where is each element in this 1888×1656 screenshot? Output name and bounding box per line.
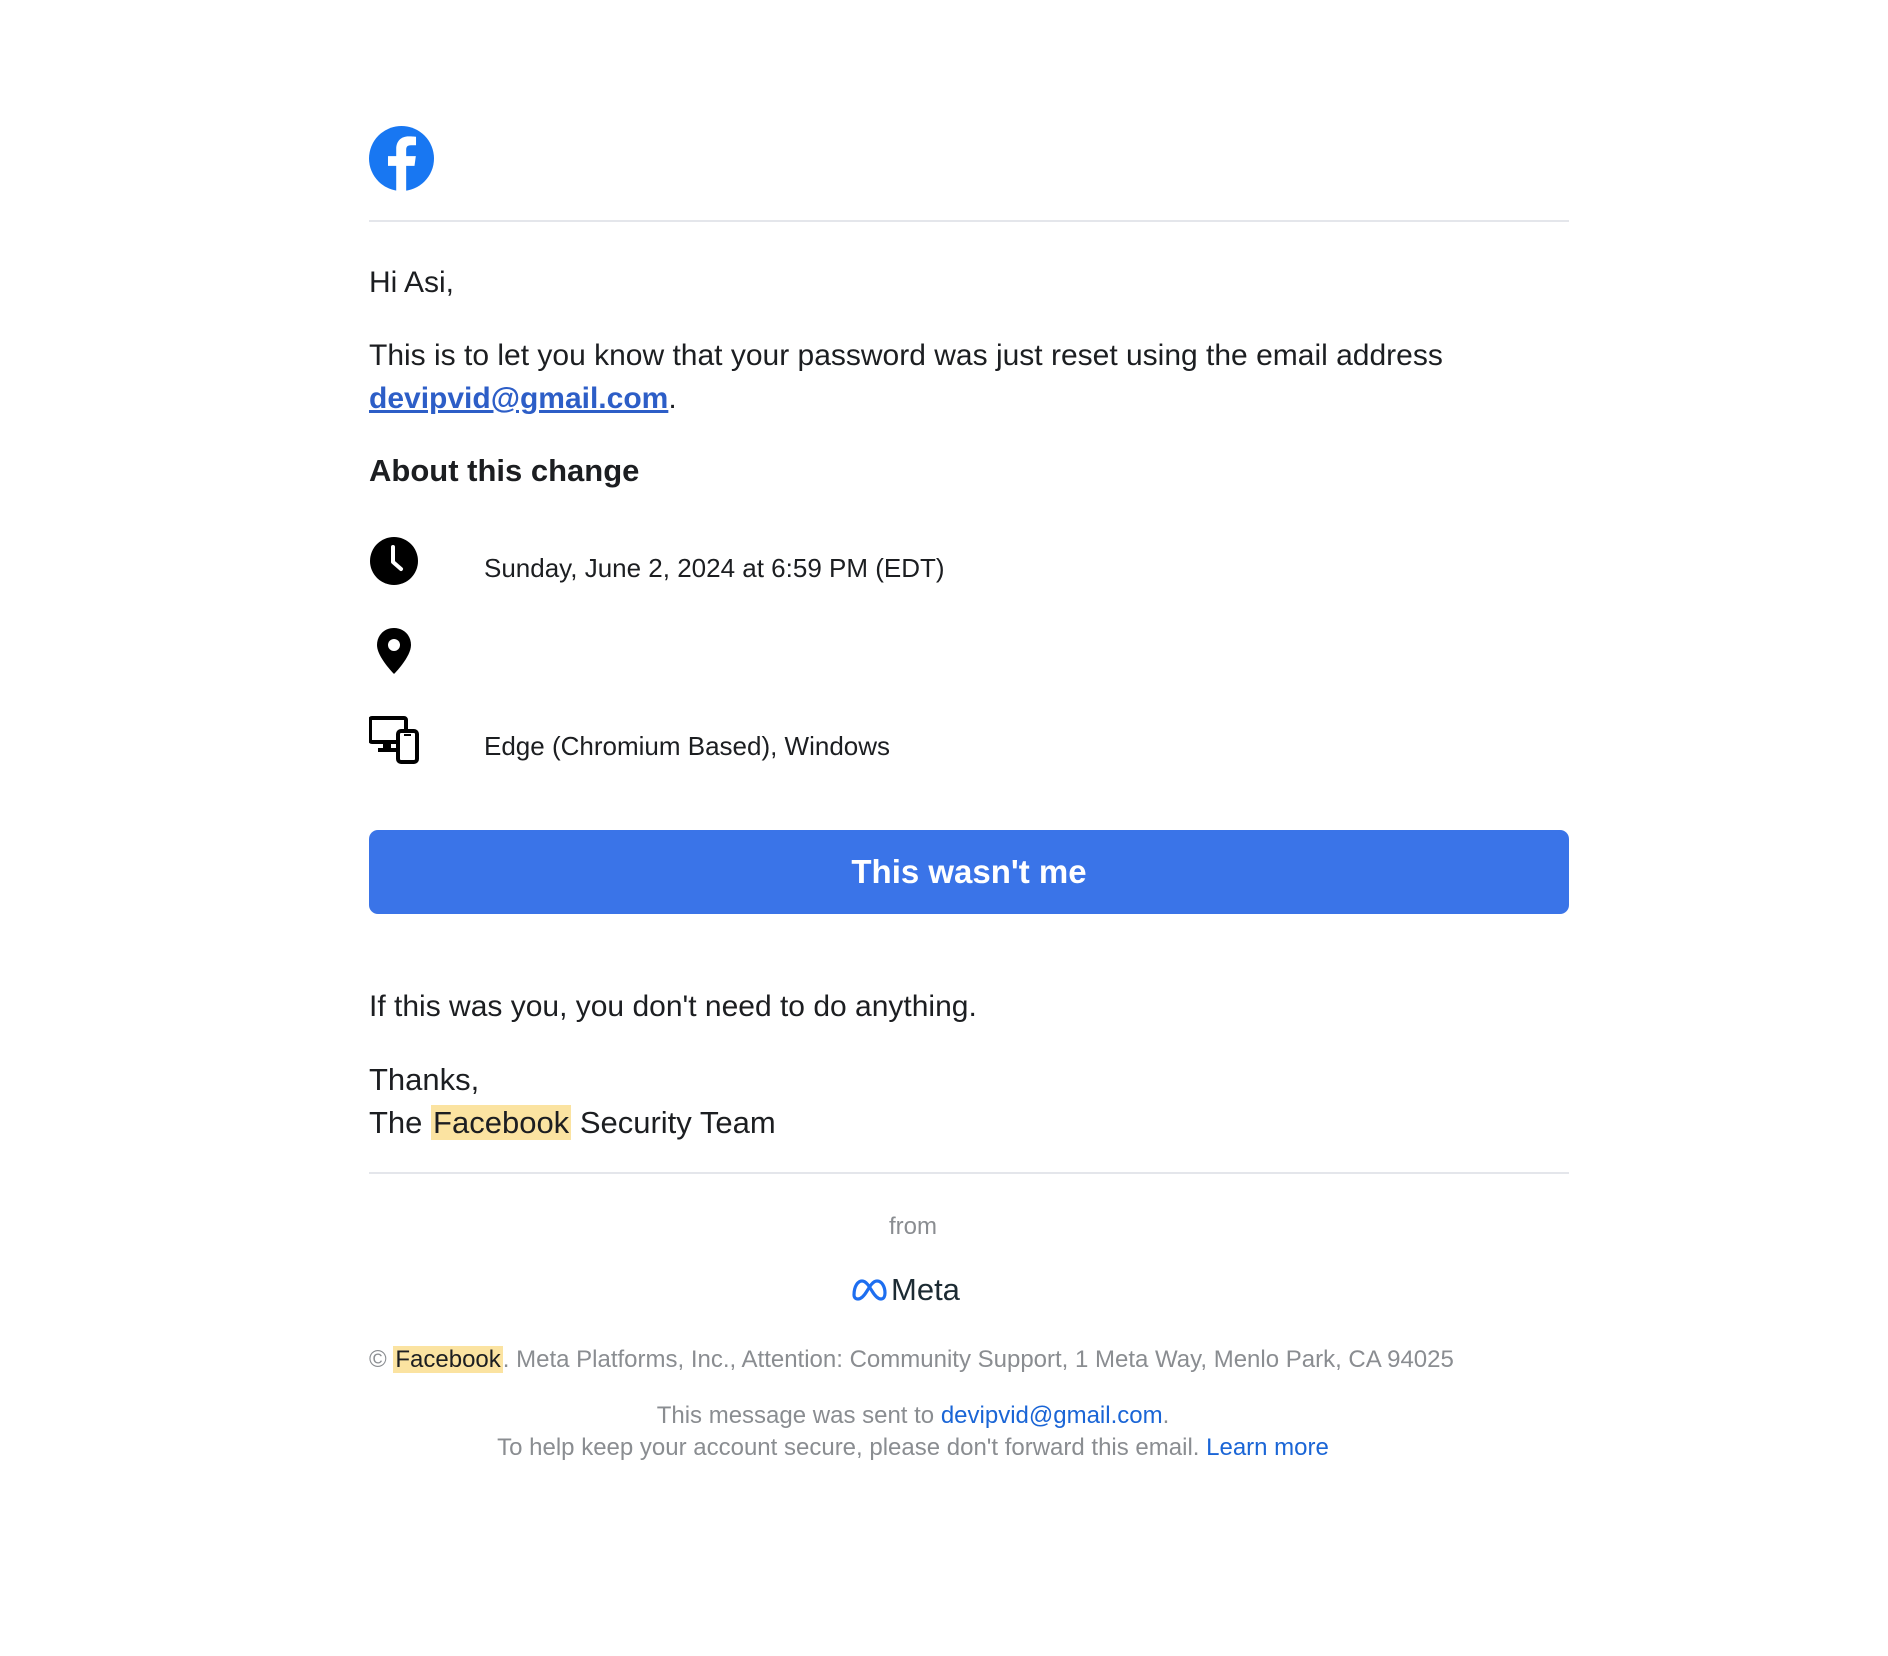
secure-text: To help keep your account secure, please… bbox=[497, 1434, 1200, 1461]
signoff-prefix: The bbox=[369, 1105, 423, 1140]
secure-line: To help keep your account secure, please… bbox=[369, 1432, 1457, 1464]
signoff: Thanks, The Facebook Security Team bbox=[369, 1058, 776, 1144]
intro-text: This is to let you know that your passwo… bbox=[369, 339, 1443, 372]
signoff-suffix: Security Team bbox=[579, 1105, 776, 1140]
this-wasnt-me-button[interactable]: This wasn't me bbox=[369, 830, 1569, 914]
header-divider bbox=[369, 220, 1569, 222]
sent-to-line: This message was sent to devipvid@gmail.… bbox=[369, 1400, 1457, 1432]
intro-period: . bbox=[668, 382, 677, 415]
copyright-text: . Meta Platforms, Inc., Attention: Commu… bbox=[502, 1346, 1454, 1373]
closing-text: If this was you, you don't need to do an… bbox=[369, 990, 977, 1023]
meta-brand: Meta bbox=[851, 1270, 960, 1310]
greeting: Hi Asi, bbox=[369, 266, 455, 299]
change-device: Edge (Chromium Based), Windows bbox=[484, 731, 891, 761]
sent-prefix: This message was sent to bbox=[656, 1402, 935, 1429]
meta-logo-icon bbox=[852, 1279, 887, 1301]
intro-email-link[interactable]: devipvid@gmail.com bbox=[369, 382, 668, 415]
clock-icon bbox=[370, 537, 418, 585]
location-pin-icon bbox=[377, 628, 411, 674]
section-title: About this change bbox=[369, 453, 640, 488]
copyright-line: © Facebook. Meta Platforms, Inc., Attent… bbox=[369, 1344, 1454, 1376]
detail-row-time: Sunday, June 2, 2024 at 6:59 PM (EDT) bbox=[369, 534, 1569, 586]
detail-row-location bbox=[369, 624, 1569, 676]
intro-paragraph: This is to let you know that your passwo… bbox=[369, 334, 1569, 420]
devices-icon bbox=[369, 716, 419, 764]
footer-note: This message was sent to devipvid@gmail.… bbox=[369, 1400, 1457, 1464]
copyright-brand: Facebook bbox=[393, 1346, 503, 1373]
facebook-logo-icon[interactable] bbox=[369, 126, 434, 191]
meta-wordmark: Meta bbox=[891, 1272, 960, 1307]
thanks-text: Thanks, bbox=[369, 1062, 480, 1097]
detail-row-device: Edge (Chromium Based), Windows bbox=[369, 712, 1569, 764]
learn-more-link[interactable]: Learn more bbox=[1206, 1434, 1329, 1461]
change-time: Sunday, June 2, 2024 at 6:59 PM (EDT) bbox=[484, 553, 945, 583]
footer-divider bbox=[369, 1172, 1569, 1174]
sent-suffix: . bbox=[1162, 1402, 1170, 1429]
from-label: from bbox=[889, 1213, 937, 1240]
copyright-symbol: © bbox=[369, 1346, 387, 1373]
signoff-brand: Facebook bbox=[431, 1105, 572, 1140]
recipient-email-link[interactable]: devipvid@gmail.com bbox=[941, 1402, 1163, 1429]
